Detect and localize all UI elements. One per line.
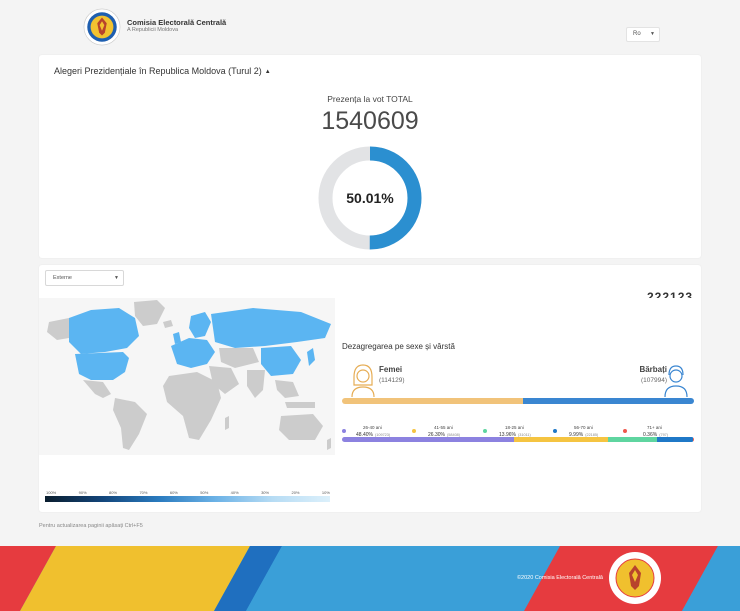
legend-label: 50% — [200, 490, 209, 495]
map-country-uk — [173, 332, 181, 344]
map-country-indonesia — [285, 402, 315, 408]
legend-label: 90% — [78, 490, 87, 495]
map-country-madagascar — [225, 416, 229, 430]
gender-title: Dezagregarea pe sexe și vârstă — [342, 342, 455, 351]
legend-label: 10% — [321, 490, 330, 495]
map-country-australia — [279, 414, 323, 440]
header: Comisia Electorală Centrală A Republicii… — [0, 0, 740, 52]
turnout-count: 1540609 — [321, 107, 419, 135]
map-country-japan — [307, 348, 315, 366]
map-country-india — [247, 370, 265, 398]
brand-title: Comisia Electorală Centrală — [127, 18, 227, 27]
age-dot — [342, 429, 346, 433]
map-country-greenland — [134, 300, 165, 326]
turnout-percent: 50.01% — [346, 190, 394, 206]
age-range: 26-40 ani — [363, 425, 382, 430]
map-country-canada — [69, 308, 139, 354]
map-country-alaska — [47, 318, 69, 340]
cec-seal-icon — [609, 552, 661, 604]
world-map[interactable] — [39, 298, 335, 455]
brand-subtitle: A Republicii Moldova — [127, 27, 179, 33]
region-card: Externe ▼ 222123 100% 90% 80% 70% 60% 50… — [39, 265, 701, 512]
cec-logo-icon[interactable] — [83, 8, 121, 46]
age-dot — [412, 429, 416, 433]
age-bar-segment — [342, 437, 515, 442]
map-legend-labels: 100% 90% 80% 70% 60% 50% 40% 30% 20% 10% — [46, 490, 330, 495]
women-label: Femei — [379, 365, 403, 374]
age-range: 56-70 ani — [574, 425, 593, 430]
age-bar-segment — [657, 437, 693, 442]
age-bar-segment — [607, 437, 658, 442]
refresh-hint: Pentru actualizarea paginii apăsați Ctrl… — [39, 523, 143, 529]
men-label: Bărbați — [639, 365, 667, 374]
region-value: Externe — [53, 275, 72, 281]
turnout-label: Prezența la vot TOTAL — [327, 94, 413, 104]
map-country-russia — [211, 308, 331, 348]
legend-label: 20% — [291, 490, 300, 495]
men-count: (107994) — [640, 377, 667, 384]
turnout-card: Alegeri Prezidențiale în Republica Moldo… — [39, 55, 701, 258]
language-value: Ro — [633, 31, 641, 37]
age-groups: 26-40 ani 48.40% (109723) 41-55 ani 26.30… — [342, 425, 694, 445]
map-country-scandinavia — [189, 312, 211, 338]
age-dot — [553, 429, 557, 433]
election-title[interactable]: Alegeri Prezidențiale în Republica Moldo… — [54, 66, 271, 76]
legend-label: 30% — [261, 490, 270, 495]
map-country-new-zealand — [327, 438, 331, 450]
gender-bar — [342, 398, 694, 404]
map-country-iceland — [163, 320, 173, 328]
legend-label: 70% — [139, 490, 148, 495]
age-dot — [483, 429, 487, 433]
region-select[interactable]: Externe ▼ — [45, 270, 124, 286]
chevron-down-icon: ▼ — [114, 275, 119, 281]
woman-avatar-icon — [351, 364, 375, 397]
age-range: 18-25 ani — [505, 425, 524, 430]
age-range: 71+ ani — [647, 425, 662, 430]
gender-bar-women — [342, 398, 523, 404]
legend-label: 80% — [109, 490, 118, 495]
language-select[interactable]: Ro ▼ — [626, 27, 660, 42]
map-country-central-asia — [219, 348, 259, 368]
age-bar — [342, 437, 694, 442]
legend-label: 100% — [46, 490, 57, 495]
women-count: (114129) — [379, 377, 405, 384]
map-country-mexico — [83, 380, 111, 398]
gender-bar-men — [522, 398, 694, 404]
age-range: 41-55 ani — [434, 425, 453, 430]
legend-label: 60% — [169, 490, 178, 495]
map-country-usa — [75, 352, 129, 380]
map-legend-bar — [45, 496, 330, 502]
region-counter: 222123 — [647, 291, 694, 298]
caret-up-icon: ▲ — [264, 69, 271, 75]
age-dot — [623, 429, 627, 433]
map-country-china — [261, 346, 301, 376]
map-country-africa — [163, 372, 221, 440]
copyright: ©2020 Comisia Electorală Centrală — [517, 575, 603, 581]
map-country-southeast-asia — [275, 380, 299, 398]
age-bar-segment — [514, 437, 608, 442]
chevron-down-icon: ▼ — [650, 31, 655, 37]
map-country-south-america — [113, 398, 147, 450]
legend-label: 40% — [230, 490, 239, 495]
